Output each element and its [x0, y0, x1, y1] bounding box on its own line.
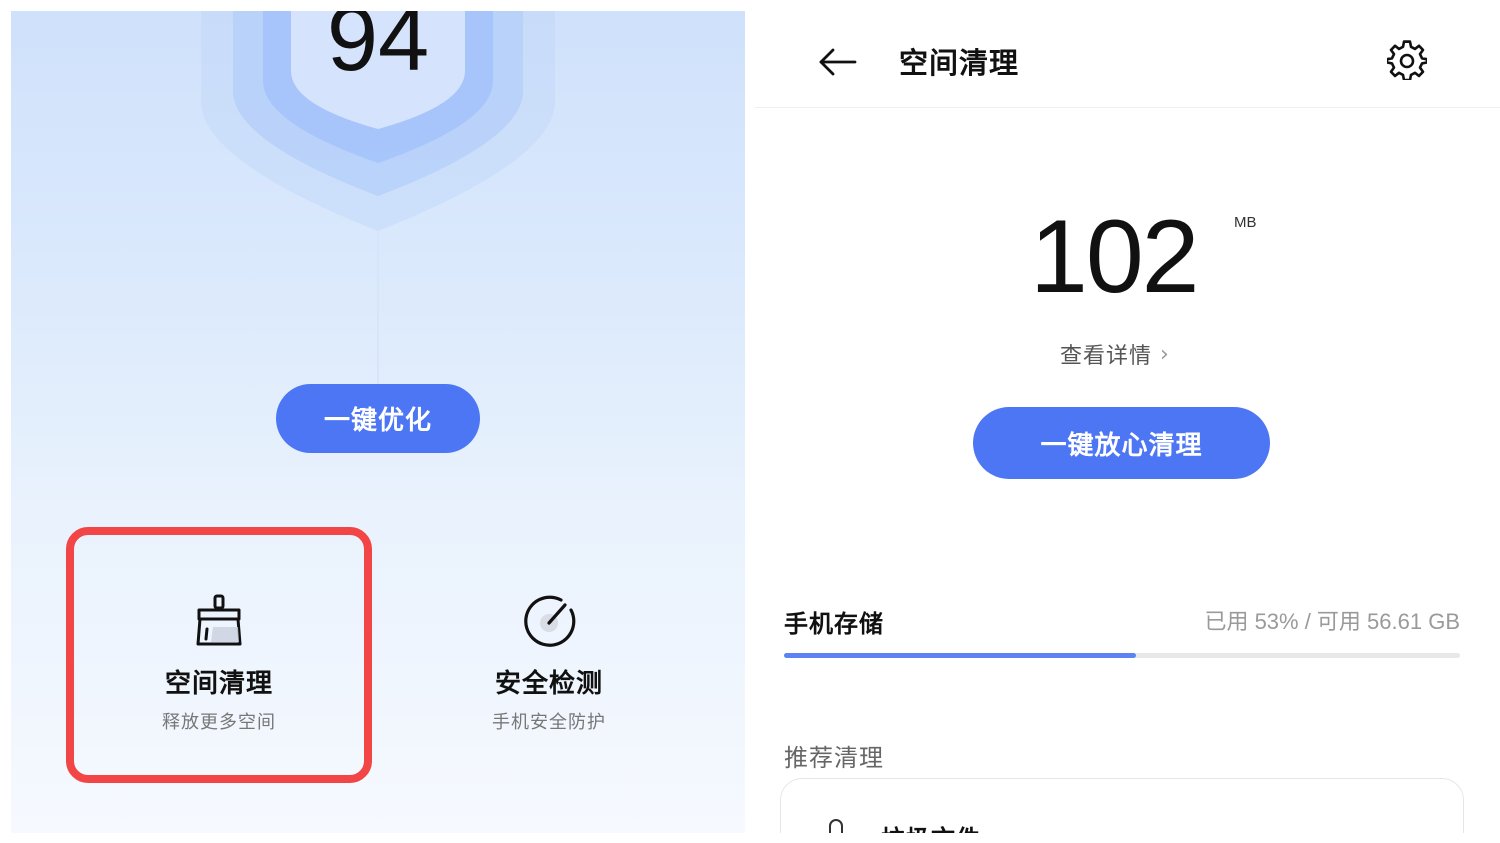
- cleanable-size: 102: [1030, 199, 1200, 315]
- storage-progress-fill: [784, 653, 1136, 658]
- view-details-label: 查看详情: [1060, 344, 1153, 369]
- storage-label: 手机存储: [784, 610, 884, 638]
- broom-icon: [191, 593, 247, 649]
- app-header: 空间清理: [755, 0, 1500, 108]
- bottom-edge: [755, 833, 1500, 843]
- arrow-left-icon[interactable]: [815, 40, 859, 84]
- gauge-icon: [521, 593, 577, 649]
- page-title: 空间清理: [899, 46, 1020, 80]
- view-details-link[interactable]: 查看详情 ›: [1060, 338, 1170, 370]
- tile-title: 安全检测: [494, 669, 603, 699]
- chevron-right-icon: ›: [1160, 341, 1170, 367]
- tile-space-clean[interactable]: 空间清理 释放更多空间: [66, 527, 372, 783]
- home-panel: 94 一键优化 空间清理 释放更多空间 安全检测 手机安全防护: [11, 11, 745, 833]
- storage-progress: [784, 653, 1460, 658]
- cleanable-unit: MB: [1234, 214, 1257, 231]
- storage-stats: 已用 53% / 可用 56.61 GB: [1204, 609, 1460, 634]
- tile-subtitle: 手机安全防护: [492, 712, 606, 733]
- gear-icon[interactable]: [1387, 40, 1427, 80]
- optimize-button[interactable]: 一键优化: [276, 384, 480, 453]
- security-score: 94: [326, 11, 430, 90]
- tile-security-check[interactable]: 安全检测 手机安全防护: [396, 527, 702, 783]
- tile-subtitle: 释放更多空间: [162, 712, 276, 733]
- space-clean-panel: 空间清理 102 MB 查看详情 › 一键放心清理 手机存储 已用 53% / …: [755, 0, 1500, 843]
- recommend-label: 推荐清理: [784, 744, 884, 772]
- tile-title: 空间清理: [164, 669, 273, 699]
- one-tap-clean-button[interactable]: 一键放心清理: [973, 407, 1270, 479]
